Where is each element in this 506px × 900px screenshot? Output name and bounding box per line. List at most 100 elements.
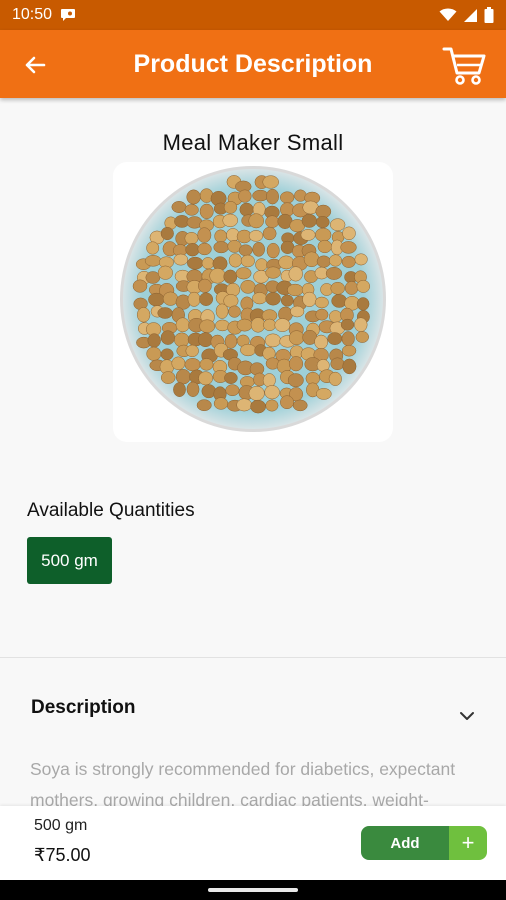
soya-chunk <box>214 229 228 243</box>
plus-icon[interactable]: + <box>449 826 487 860</box>
soya-chunk <box>197 227 212 243</box>
soya-chunk <box>198 278 212 293</box>
soya-chunk <box>228 305 241 318</box>
soya-chunk <box>171 356 186 371</box>
soya-chunk <box>215 303 229 319</box>
soya-chunk <box>252 241 265 257</box>
soya-chunk <box>225 384 240 397</box>
page-title: Product Description <box>133 50 373 78</box>
soya-chunk <box>354 317 368 332</box>
soya-chunk <box>236 398 253 412</box>
soya-chunk <box>235 267 252 280</box>
soya-chunk <box>228 253 243 268</box>
soya-chunk <box>315 308 329 321</box>
soya-chunk <box>187 256 204 270</box>
soya-chunk <box>288 330 305 346</box>
soya-chunk <box>315 216 330 229</box>
soya-chunk <box>356 297 370 311</box>
soya-chunk <box>223 269 238 284</box>
available-quantities-heading: Available Quantities <box>27 500 195 521</box>
soya-chunk <box>199 292 214 306</box>
product-name: Meal Maker Small <box>162 130 344 155</box>
soya-chunk <box>290 305 305 318</box>
soya-chunk <box>266 188 279 205</box>
soya-chunk <box>145 271 161 284</box>
soya-chunk <box>148 292 165 307</box>
soya-chunk <box>330 281 345 295</box>
soya-chunk <box>263 318 277 332</box>
soya-chunk <box>314 296 329 309</box>
soya-chunk <box>240 254 255 268</box>
soya-chunk <box>201 257 215 270</box>
soya-chunk <box>280 395 294 410</box>
soya-chunk <box>160 330 176 345</box>
wifi-icon <box>439 8 457 21</box>
soya-chunk <box>197 242 212 256</box>
soya-chunk <box>354 253 368 266</box>
soya-chunk <box>144 255 162 267</box>
soya-chunk <box>238 244 253 257</box>
soya-chunk <box>328 310 343 323</box>
soya-chunk <box>327 332 343 345</box>
cart-icon[interactable] <box>440 43 488 87</box>
soya-chunk <box>252 189 269 202</box>
description-heading: Description <box>31 697 136 718</box>
soya-chunk <box>223 201 238 214</box>
soya-chunk <box>265 215 280 228</box>
soya-chunk <box>341 255 356 268</box>
soya-chunk <box>340 241 357 254</box>
soya-chunk <box>248 385 265 401</box>
soya-chunk <box>213 397 229 410</box>
soya-chunk <box>238 189 252 203</box>
soya-chunk <box>315 204 332 219</box>
soya-chunk <box>209 268 226 284</box>
soya-chunk <box>186 381 200 397</box>
soya-chunk <box>184 232 199 245</box>
soya-chunk <box>199 358 214 371</box>
soya-chunk <box>196 399 212 412</box>
soya-chunk <box>315 388 332 400</box>
system-nav-bar <box>0 880 506 900</box>
soya-chunk <box>262 226 277 241</box>
soya-chunk <box>287 373 304 388</box>
soya-chunk <box>136 307 151 323</box>
soya-chunk <box>239 202 254 217</box>
soya-chunk <box>328 254 343 267</box>
chat-notification-icon <box>61 9 76 21</box>
soya-chunk <box>198 371 213 386</box>
soya-chunk <box>146 241 160 255</box>
chevron-down-icon[interactable] <box>456 705 478 727</box>
soya-chunk <box>250 399 266 414</box>
soya-chunk <box>248 230 264 242</box>
soya-chunk <box>288 356 304 372</box>
soya-chunk <box>173 253 189 266</box>
soya-chunk <box>266 242 280 259</box>
soya-chunk <box>184 204 199 216</box>
app-bar: Product Description <box>0 30 506 98</box>
soya-chunk <box>162 291 179 306</box>
soya-chunk <box>274 318 291 332</box>
soya-chunk <box>330 357 345 371</box>
add-to-cart-button[interactable]: Add + <box>361 826 487 860</box>
soya-chunk <box>264 385 280 400</box>
soya-chunk <box>278 255 295 270</box>
soya-chunks-image <box>120 166 386 432</box>
soya-chunk <box>314 334 328 350</box>
soya-chunk <box>197 332 214 348</box>
soya-chunk <box>173 382 186 397</box>
soya-chunk <box>262 175 279 189</box>
signal-icon <box>464 8 477 22</box>
soya-chunk <box>342 226 356 241</box>
soya-chunk <box>132 279 148 293</box>
soya-chunk <box>252 292 268 305</box>
product-image <box>113 162 393 442</box>
soya-chunk <box>185 243 200 257</box>
add-label[interactable]: Add <box>361 826 449 860</box>
soya-chunk <box>160 226 174 241</box>
home-handle[interactable] <box>208 888 298 892</box>
soya-chunk <box>187 291 201 307</box>
soya-chunk <box>288 266 303 282</box>
quantity-option-500gm[interactable]: 500 gm <box>27 537 112 584</box>
soya-chunk <box>255 258 268 272</box>
soya-chunk <box>340 318 355 331</box>
